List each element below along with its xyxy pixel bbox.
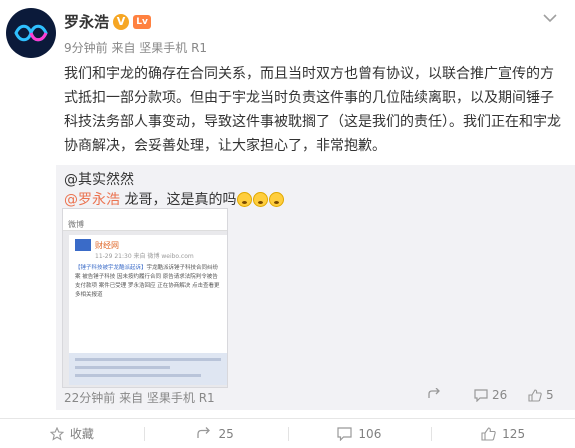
repost-button[interactable]: 25 — [143, 419, 288, 448]
screenshot-source-name: 财经网 — [95, 240, 119, 250]
screenshot-source-time: 11-29 21:30 来自 微博 weibo.com — [95, 253, 194, 260]
like-icon — [528, 388, 542, 402]
repost-like-count: 5 — [546, 388, 554, 402]
screenshot-paper: 财经网 11-29 21:30 来自 微博 weibo.com 【锤子科技被宇龙… — [69, 235, 227, 385]
comment-button[interactable]: 106 — [287, 419, 432, 448]
repost-count: 25 — [218, 426, 234, 441]
comment-count: 106 — [358, 426, 382, 441]
repost-share-button[interactable] — [428, 388, 442, 400]
screenshot-body: 【锤子科技被宇龙酷派起诉】宇龙酷派诉锤子科技合同纠纷案 被告锤子科技 因未按约履… — [69, 260, 227, 304]
repost-mention[interactable]: @罗永浩 — [64, 192, 120, 208]
repost-comment-button[interactable]: 26 — [474, 388, 507, 402]
comment-icon — [337, 426, 353, 441]
action-bar: 收藏 25 106 125 — [0, 419, 575, 448]
chevron-down-icon[interactable] — [543, 13, 557, 23]
favorite-label: 收藏 — [69, 427, 94, 441]
scared-emoji-icon — [237, 192, 253, 207]
favorite-button[interactable]: 收藏 — [0, 419, 144, 448]
repost-comment-count: 26 — [492, 388, 508, 402]
repost-icon — [197, 427, 211, 438]
post-meta: 9分钟前 来自 坚果手机 R1 — [64, 41, 208, 55]
repost-text: @罗永浩 龙哥，这是真的吗 — [64, 189, 285, 209]
like-count: 125 — [502, 426, 526, 441]
post-content: 我们和宇龙的确存在合同关系，而且当时双方也曾有协议，以联合推广宣传的方式抵扣一部… — [64, 66, 561, 154]
repost-like-button[interactable]: 5 — [528, 388, 554, 402]
like-icon — [481, 426, 496, 441]
comment-icon — [474, 388, 488, 402]
level-badge-icon: Lv — [133, 14, 152, 29]
star-icon — [49, 426, 64, 441]
repost-author[interactable]: @其实然然 — [64, 169, 134, 189]
screenshot-topbar: 微博 — [63, 209, 227, 231]
avatar-infinity-icon — [14, 24, 48, 42]
avatar[interactable] — [6, 8, 56, 58]
repost-image[interactable]: 微博 财经网 11-29 21:30 来自 微博 weibo.com 【锤子科技… — [62, 208, 228, 388]
repost-message: 龙哥，这是真的吗 — [120, 192, 237, 208]
author-header: 罗永浩 V Lv — [64, 11, 152, 32]
scared-emoji-icon — [269, 192, 285, 207]
like-button[interactable]: 125 — [431, 419, 575, 448]
scared-emoji-icon — [253, 192, 269, 207]
verified-icon: V — [113, 13, 130, 30]
share-icon — [428, 388, 440, 398]
screenshot-body-tag: 【锤子科技被宇龙酷派起诉】 — [75, 265, 147, 271]
repost-meta: 22分钟前 来自 坚果手机 R1 — [64, 391, 215, 405]
screenshot-thumbnail — [69, 353, 227, 385]
source-logo-icon — [75, 239, 91, 251]
author-name[interactable]: 罗永浩 — [64, 11, 109, 32]
